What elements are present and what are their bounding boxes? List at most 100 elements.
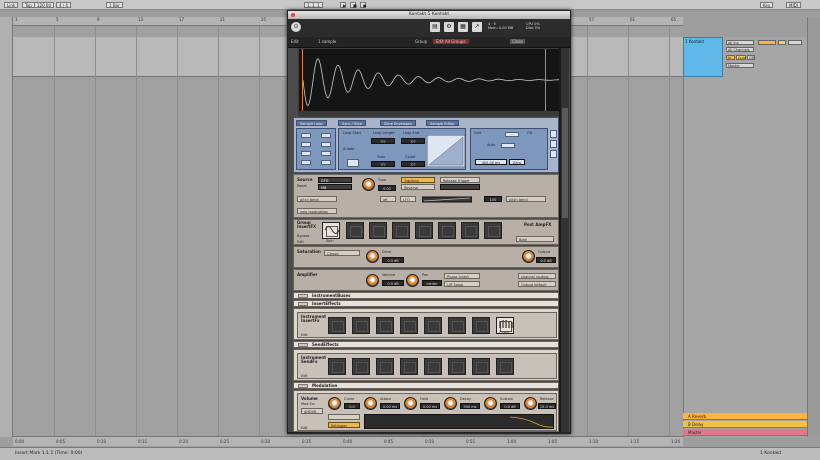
master-track[interactable]: Master: [683, 429, 807, 436]
loop-end-value[interactable]: ???: [401, 138, 425, 144]
time-signature[interactable]: 4 / 4: [56, 2, 71, 8]
sustain-value[interactable]: 0.0 dB: [500, 403, 520, 409]
arm-button[interactable]: [788, 40, 802, 45]
loop-slot-2[interactable]: [321, 133, 331, 138]
side-button-1[interactable]: [550, 130, 557, 138]
link-button[interactable]: Link: [4, 2, 19, 8]
solo-button[interactable]: [778, 40, 786, 45]
reverse-button[interactable]: Reverse: [401, 184, 435, 190]
loop-start-value[interactable]: ???: [371, 138, 395, 144]
input-channel-select[interactable]: All Channels: [726, 47, 754, 52]
amp-output-select[interactable]: Output default: [518, 281, 556, 287]
drive-value[interactable]: 0.0 dB: [382, 257, 404, 263]
decay-value[interactable]: 500 ms: [460, 403, 480, 409]
loop-slot-7[interactable]: [301, 160, 311, 165]
count-value[interactable]: ???: [401, 161, 425, 167]
drive-knob[interactable]: [366, 250, 379, 263]
volume-value[interactable]: 0.0 dB: [382, 280, 404, 286]
tempo-field[interactable]: 120.00: [34, 2, 54, 8]
phase-invert-button[interactable]: Phase Invert: [444, 273, 480, 279]
pitch-bend-off[interactable]: off: [380, 196, 396, 202]
expand-icon[interactable]: [298, 302, 308, 306]
edit-all-groups-button[interactable]: Edit All Groups: [433, 39, 469, 44]
start-marker[interactable]: [302, 49, 303, 111]
mod-intensity-slider[interactable]: [422, 196, 472, 203]
attack-knob[interactable]: [364, 397, 377, 410]
send-fx-slot-3[interactable]: [376, 358, 394, 375]
tune-knob[interactable]: [362, 178, 375, 191]
send-fx-slot-7[interactable]: [472, 358, 490, 375]
inst-insert-edit[interactable]: Edit: [301, 333, 308, 337]
saturation-type-select[interactable]: Classic: [324, 250, 360, 256]
release-value[interactable]: [440, 184, 480, 190]
zero-value[interactable]: Zero: [509, 159, 525, 165]
track-activator[interactable]: [758, 40, 776, 45]
tap-button[interactable]: Tap: [22, 2, 35, 8]
source-mode-select[interactable]: DFD: [318, 177, 352, 183]
inst-fx-slot-7[interactable]: [472, 317, 490, 334]
loop-slot-6[interactable]: [321, 151, 331, 156]
lr-swap-button[interactable]: L/R Swap: [444, 281, 480, 287]
tune-knob-value[interactable]: 0.00: [378, 185, 396, 191]
inst-fx-slot-3[interactable]: [376, 317, 394, 334]
send-fx-slot-5[interactable]: [424, 358, 442, 375]
inst-fx-slot-4[interactable]: [400, 317, 418, 334]
kontakt-scrollbar[interactable]: [561, 48, 569, 432]
kontakt-titlebar[interactable]: Kontakt 5 Kontakt: [288, 11, 570, 19]
velocity-mod-select[interactable]: velo modulation: [297, 208, 337, 214]
group-fx-slot-5[interactable]: [415, 222, 433, 239]
group-fx-slot-7[interactable]: [461, 222, 479, 239]
group-fx-slot-8[interactable]: [484, 222, 502, 239]
inst-fx-slot-6[interactable]: [448, 317, 466, 334]
arrangement-position[interactable]: 1. 1. 1: [304, 2, 323, 8]
stop-icon[interactable]: ■: [350, 2, 357, 8]
inst-send-edit[interactable]: Edit: [301, 374, 308, 378]
curve-knob[interactable]: [328, 397, 341, 410]
group-fx-slot-4[interactable]: [392, 222, 410, 239]
curve-value[interactable]: 0.0: [344, 403, 360, 409]
hold-knob[interactable]: [404, 397, 417, 410]
loop-slot-3[interactable]: [301, 142, 311, 147]
monitor-auto-button[interactable]: Auto: [736, 55, 746, 60]
side-button-2[interactable]: [550, 140, 557, 148]
sustain-knob[interactable]: [484, 397, 497, 410]
post-ampfx-select[interactable]: Both: [516, 236, 554, 242]
pitch-bend-select[interactable]: pitch bend: [297, 196, 337, 202]
close-icon[interactable]: [291, 13, 295, 17]
hold-value[interactable]: 0.00 ms: [420, 403, 440, 409]
midi-map-button[interactable]: MIDI: [786, 2, 801, 8]
envelope-graph[interactable]: [364, 414, 554, 429]
pan-knob[interactable]: [406, 274, 419, 287]
play-icon[interactable]: ▶: [340, 2, 346, 8]
end-marker[interactable]: [545, 49, 546, 111]
track-header[interactable]: 1 Kontakt: [683, 37, 723, 77]
scroll-thumb[interactable]: [562, 108, 568, 218]
tab-sample-editor[interactable]: Sample Editor: [426, 120, 459, 126]
monitor-off-button[interactable]: Off: [747, 55, 755, 60]
retrigger-button[interactable]: Retrigger: [328, 422, 360, 428]
send-effects-bar[interactable]: SendEffects: [293, 341, 559, 348]
preload-select[interactable]: MB: [318, 184, 352, 190]
auto-button[interactable]: [501, 143, 515, 148]
loop-mode-button[interactable]: [347, 159, 359, 167]
side-button-3[interactable]: [550, 150, 557, 158]
sat-output-knob[interactable]: [522, 250, 535, 263]
waveform-display[interactable]: [298, 48, 561, 117]
loop-slot-5[interactable]: [301, 151, 311, 156]
loop-slot-1[interactable]: [301, 133, 311, 138]
close-editor-button[interactable]: Close: [510, 39, 525, 44]
kontakt-window[interactable]: Kontakt 5 Kontakt ⊙ ▤ ⚙ ▦ ↗ 4 · 0 Mem: 0…: [287, 10, 571, 434]
insert-effects-bar[interactable]: InsertEffects: [293, 300, 559, 307]
release-trigger-button[interactable]: Release Trigger: [440, 177, 480, 183]
group-fx-slot-1[interactable]: [322, 222, 340, 239]
expand-icon[interactable]: [298, 294, 308, 298]
send-fx-slot-1[interactable]: [328, 358, 346, 375]
grid-off-button[interactable]: [505, 132, 519, 137]
modulation-bar[interactable]: Modulation: [293, 382, 559, 389]
monitor-in-button[interactable]: In: [726, 55, 735, 60]
tracking-button[interactable]: Tracking: [401, 177, 435, 183]
mod-target-select[interactable]: pitch bend: [506, 196, 546, 202]
group-fx-slot-3[interactable]: [369, 222, 387, 239]
volume-knob[interactable]: [366, 274, 379, 287]
return-track-b[interactable]: B Delay: [683, 421, 807, 428]
